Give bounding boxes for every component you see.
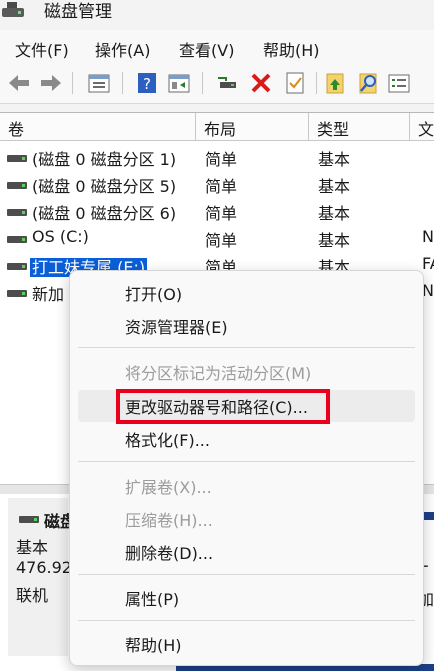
column-header-type[interactable]: 类型 xyxy=(309,113,410,141)
menu-action[interactable]: 操作(A) xyxy=(95,37,150,61)
volume-icon xyxy=(7,209,27,216)
menu-item-shrink: 压缩卷(H)... xyxy=(125,511,213,530)
volume-name: (磁盘 0 磁盘分区 6) xyxy=(32,204,177,223)
volume-icon xyxy=(7,182,27,189)
volume-layout: 简单 xyxy=(205,177,238,196)
menu-item-properties[interactable]: 属性(P) xyxy=(78,582,415,614)
context-menu: 打开(O) 资源管理器(E) 将分区标记为活动分区(M) 更改驱动器号和路径(C… xyxy=(69,270,424,666)
menu-help[interactable]: 帮助(H) xyxy=(263,37,320,61)
table-row[interactable]: OS (C:) 简单 基本 N xyxy=(0,225,434,252)
menu-item-explorer[interactable]: 资源管理器(E) xyxy=(78,310,415,342)
volume-name: (磁盘 0 磁盘分区 1) xyxy=(32,150,177,169)
volume-name: 新加 xyxy=(32,285,65,304)
volume-type: 基本 xyxy=(318,204,351,223)
toolbar-separator xyxy=(202,72,203,94)
disk-status: 联机 xyxy=(16,586,49,605)
volume-icon xyxy=(7,290,27,297)
menu-file[interactable]: 文件(F) xyxy=(15,37,69,61)
menu-view[interactable]: 查看(V) xyxy=(179,37,234,61)
help-icon[interactable]: ? xyxy=(134,70,160,96)
menu-item-delete-volume[interactable]: 删除卷(D)... xyxy=(78,536,415,568)
volume-layout: 简单 xyxy=(205,231,238,250)
menu-separator xyxy=(78,620,415,621)
table-row[interactable]: (磁盘 0 磁盘分区 1) 简单 基本 xyxy=(0,144,434,171)
list-icon[interactable] xyxy=(386,70,412,96)
column-header-volume[interactable]: 卷 xyxy=(0,113,196,141)
disk-type: 基本 xyxy=(16,538,49,557)
column-header-filesystem[interactable]: 文 xyxy=(410,113,434,141)
volume-icon xyxy=(7,155,27,162)
volume-name: OS (C:) xyxy=(32,227,89,246)
title-bar: 磁盘管理 xyxy=(0,0,434,30)
menu-bar: 文件(F) 操作(A) 查看(V) 帮助(H) xyxy=(0,30,434,62)
volume-icon xyxy=(7,236,27,243)
menu-item-format[interactable]: 格式化(F)... xyxy=(78,423,415,455)
menu-item-open[interactable]: 打开(O) xyxy=(78,277,415,309)
back-icon[interactable] xyxy=(6,70,32,96)
volume-layout: 简单 xyxy=(205,150,238,169)
toolbar-separator xyxy=(72,72,73,94)
disk-size: 476.92 xyxy=(16,558,72,577)
window-title: 磁盘管理 xyxy=(44,2,112,22)
menu-item-extend: 扩展卷(X)... xyxy=(125,478,212,497)
volume-name: (磁盘 0 磁盘分区 5) xyxy=(32,177,177,196)
table-row[interactable]: (磁盘 0 磁盘分区 5) 简单 基本 xyxy=(0,171,434,198)
table-row[interactable]: (磁盘 0 磁盘分区 6) 简单 基本 xyxy=(0,198,434,225)
forward-icon[interactable] xyxy=(38,70,64,96)
volume-filesystem: N xyxy=(422,227,434,246)
column-header-layout[interactable]: 布局 xyxy=(196,113,309,141)
menu-item-help[interactable]: 帮助(H) xyxy=(78,628,415,660)
menu-separator xyxy=(78,461,415,462)
menu-item-mark-active: 将分区标记为活动分区(M) xyxy=(125,364,312,383)
volume-icon xyxy=(7,263,27,270)
volume-layout: 简单 xyxy=(205,204,238,223)
volume-type: 基本 xyxy=(318,231,351,250)
toolbar: ? xyxy=(0,62,434,104)
checklist-icon[interactable] xyxy=(282,70,308,96)
console-tree-icon[interactable] xyxy=(166,70,192,96)
disk-icon xyxy=(19,516,39,523)
disk-management-app-icon xyxy=(2,2,26,20)
properties-grid-icon[interactable] xyxy=(86,70,112,96)
delete-icon[interactable] xyxy=(248,70,274,96)
volume-type: 基本 xyxy=(318,177,351,196)
highlight-annotation-box xyxy=(116,389,330,424)
up-icon[interactable] xyxy=(322,70,348,96)
menu-separator xyxy=(78,347,415,348)
volume-filesystem: FA xyxy=(422,254,434,273)
menu-separator xyxy=(78,574,415,575)
connect-icon[interactable] xyxy=(214,70,240,96)
toolbar-separator xyxy=(316,72,317,94)
svg-text:?: ? xyxy=(143,75,151,93)
toolbar-separator xyxy=(122,72,123,94)
volume-type: 基本 xyxy=(318,150,351,169)
search-icon[interactable] xyxy=(355,70,381,96)
